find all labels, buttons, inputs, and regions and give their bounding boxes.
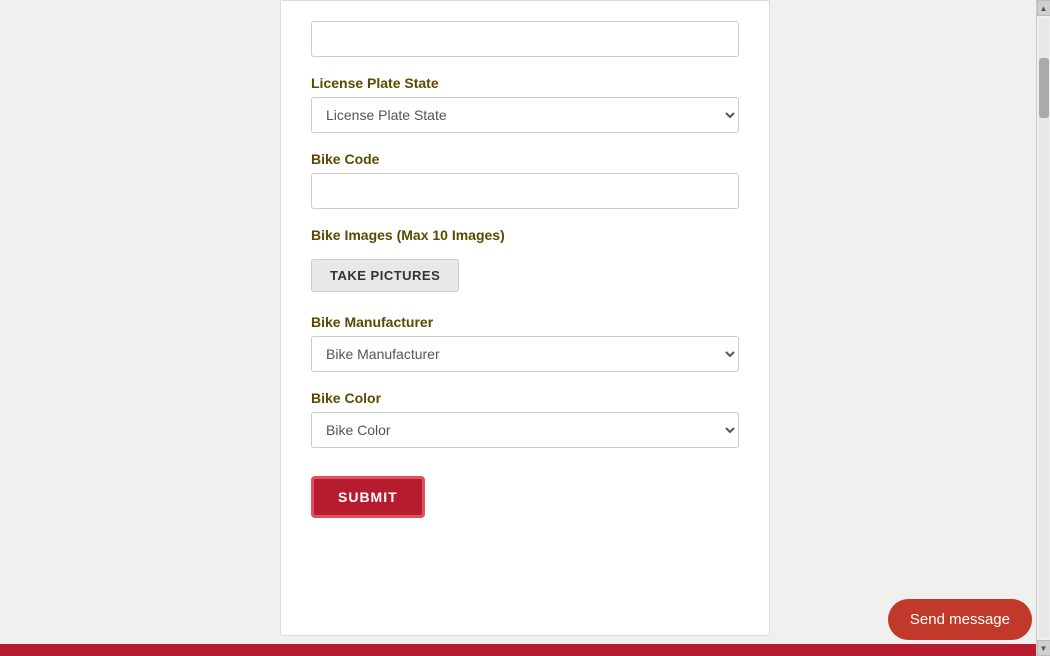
bike-code-group: Bike Code <box>311 151 739 209</box>
bike-images-group: Bike Images (Max 10 Images) TAKE PICTURE… <box>311 227 739 296</box>
bike-color-select[interactable]: Bike Color Red Blue Black White Silver G… <box>311 412 739 448</box>
submit-button[interactable]: SUBMIT <box>311 476 425 518</box>
bike-manufacturer-group: Bike Manufacturer Bike Manufacturer Trek… <box>311 314 739 372</box>
bike-color-label: Bike Color <box>311 390 739 406</box>
scrollbar-up-arrow[interactable]: ▲ <box>1037 0 1050 16</box>
submit-group: SUBMIT <box>311 466 739 518</box>
take-pictures-button[interactable]: TAKE PICTURES <box>311 259 459 292</box>
form-card: License Plate State License Plate State … <box>280 0 770 636</box>
page-wrapper: License Plate State License Plate State … <box>0 0 1050 656</box>
scrollbar: ▲ ▼ <box>1036 0 1050 656</box>
license-plate-state-group: License Plate State License Plate State … <box>311 75 739 133</box>
bike-images-label: Bike Images (Max 10 Images) <box>311 227 739 243</box>
license-plate-state-label: License Plate State <box>311 75 739 91</box>
main-content: License Plate State License Plate State … <box>0 0 1050 656</box>
scrollbar-down-arrow[interactable]: ▼ <box>1037 640 1050 656</box>
partial-top-input <box>311 21 739 57</box>
scrollbar-thumb[interactable] <box>1039 58 1049 118</box>
bike-manufacturer-label: Bike Manufacturer <box>311 314 739 330</box>
send-message-button[interactable]: Send message <box>888 599 1032 640</box>
scrollbar-track <box>1039 18 1049 638</box>
bike-manufacturer-select[interactable]: Bike Manufacturer Trek Specialized Giant… <box>311 336 739 372</box>
bottom-bar <box>0 644 1050 656</box>
license-plate-state-select[interactable]: License Plate State Alabama Alaska Arizo… <box>311 97 739 133</box>
bike-color-group: Bike Color Bike Color Red Blue Black Whi… <box>311 390 739 448</box>
bike-code-label: Bike Code <box>311 151 739 167</box>
bike-code-input[interactable] <box>311 173 739 209</box>
